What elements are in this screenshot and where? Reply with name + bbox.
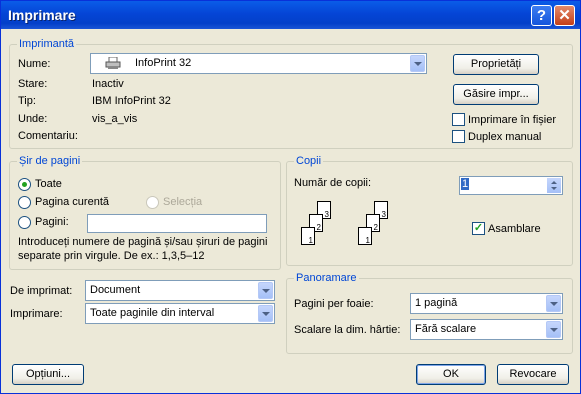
pages-label[interactable]: Pagini: [35,216,69,228]
print-what-value: Document [90,284,141,296]
print-range-select[interactable]: Toate paginile din interval [85,303,275,324]
print-range-label: Imprimare: [10,308,63,320]
print-to-file-label[interactable]: Imprimare în fișier [468,114,556,126]
all-pages-radio[interactable] [18,178,31,191]
print-dialog: Imprimare ? ✕ Imprimantă Nume: InfoPrint… [0,0,581,394]
printer-group-legend: Imprimantă [17,38,77,50]
copies-legend: Copii [294,155,324,167]
pages-help-line1: Introduceți numere de pagină și/sau șiru… [18,236,268,248]
page-range-legend: Șir de pagini [17,155,83,167]
title-bar[interactable]: Imprimare ? ✕ [1,1,580,29]
printer-state-label: Stare: [18,78,48,90]
options-button[interactable]: Opțiuni... [12,364,84,385]
all-pages-label[interactable]: Toate [35,178,62,190]
zoom-group: Panoramare [286,272,573,354]
printer-name-value: InfoPrint 32 [135,57,192,69]
collate-checkbox[interactable]: ✓ [472,222,485,235]
ok-button[interactable]: OK [416,364,486,385]
copies-count-value: 1 [461,178,470,190]
pages-per-sheet-select[interactable]: 1 pagină [410,293,563,314]
printer-comment-label: Comentariu: [18,130,78,142]
selection-label[interactable]: Selecția [163,196,202,208]
current-page-label[interactable]: Pagina curentă [35,196,109,208]
spin-arrows-icon[interactable] [547,178,561,193]
properties-button[interactable]: Proprietăți [453,54,539,75]
collate-page: 1 [301,227,315,245]
close-button[interactable]: ✕ [554,5,575,26]
printer-icon [105,56,121,73]
find-printer-button[interactable]: Găsire impr... [453,84,539,105]
printer-where-value: vis_a_vis [92,113,138,125]
pages-per-sheet-value: 1 pagină [415,297,458,309]
window-title: Imprimare [8,7,76,23]
pages-input[interactable] [87,214,267,233]
print-what-select[interactable]: Document [85,280,275,301]
printer-type-value: IBM InfoPrint 32 [92,95,171,107]
selection-radio[interactable] [146,196,159,209]
current-page-radio[interactable] [18,196,31,209]
printer-name-select[interactable]: InfoPrint 32 [90,53,427,74]
print-to-file-checkbox[interactable] [452,113,465,126]
print-what-label: De imprimat: [10,285,73,297]
collate-page: 1 [358,227,372,245]
help-button[interactable]: ? [531,5,552,26]
chevron-down-icon[interactable] [546,321,561,338]
pages-help-line2: separate prin virgule. De ex.: 1,3,5–12 [18,250,205,262]
pages-radio[interactable] [18,216,31,229]
chevron-down-icon[interactable] [258,305,273,322]
zoom-legend: Panoramare [294,272,359,284]
scale-value: Fără scalare [415,323,477,335]
pages-per-sheet-label: Pagini per foaie: [294,298,374,310]
copies-count-label: Număr de copii: [294,177,372,189]
chevron-down-icon[interactable] [410,55,425,72]
printer-type-label: Tip: [18,95,36,107]
chevron-down-icon[interactable] [258,282,273,299]
scale-select[interactable]: Fără scalare [410,319,563,340]
printer-name-label: Nume: [18,58,51,70]
collate-illustration: 3 2 1 3 2 1 [291,201,401,256]
chevron-down-icon[interactable] [546,295,561,312]
cancel-button[interactable]: Revocare [497,364,569,385]
scale-label: Scalare la dim. hârtie: [294,324,401,336]
duplex-checkbox[interactable] [452,130,465,143]
duplex-label[interactable]: Duplex manual [468,131,541,143]
copies-count-input[interactable]: 1 [459,176,563,195]
print-range-value: Toate paginile din interval [90,307,215,319]
printer-where-label: Unde: [18,113,48,125]
collate-label[interactable]: Asamblare [488,223,541,235]
printer-state-value: Inactiv [92,78,124,90]
